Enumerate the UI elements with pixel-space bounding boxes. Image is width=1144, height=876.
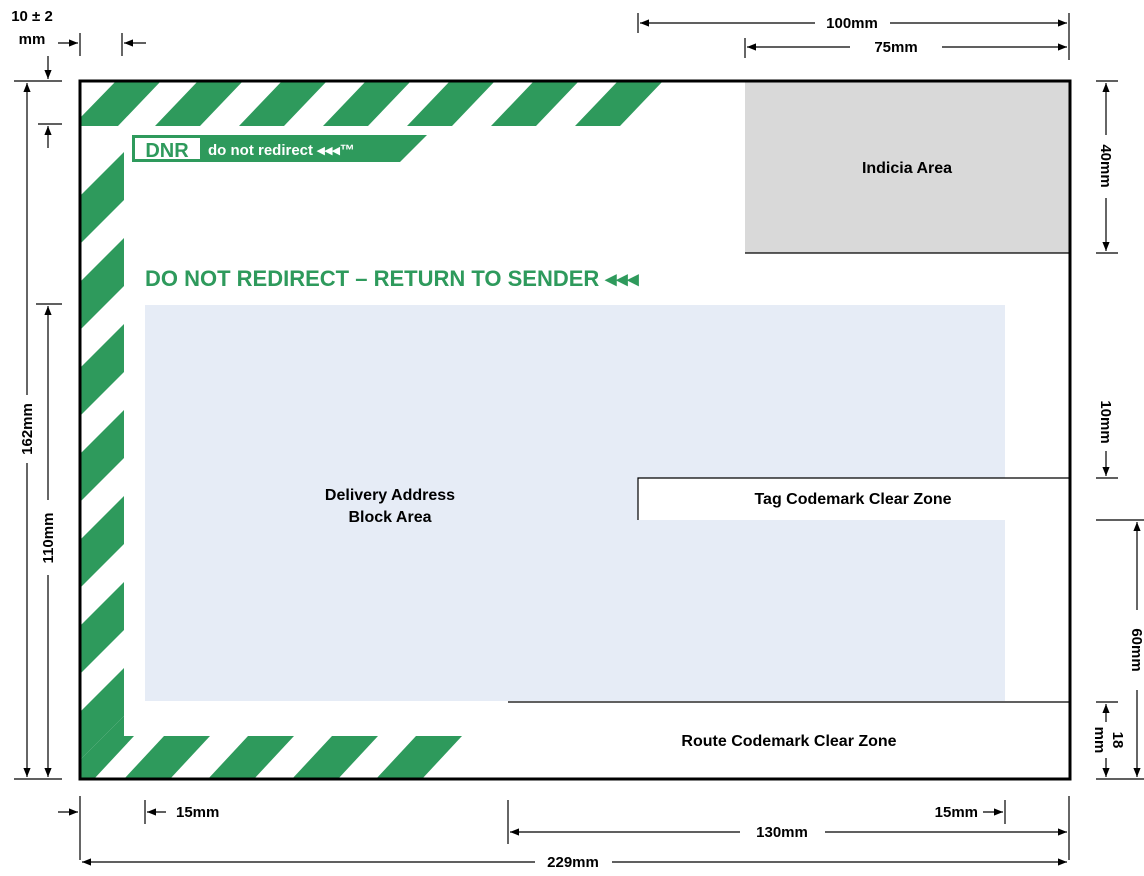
- dim-right-10-label: 10mm: [1097, 400, 1114, 443]
- edge-offset-label-line1: 10 ± 2: [11, 8, 53, 25]
- dim-right-40-label: 40mm: [1097, 144, 1114, 187]
- dim-bottom-15-right-label: 15mm: [935, 804, 978, 821]
- indicia-label: Indicia Area: [862, 160, 952, 177]
- dim-right-60-label: 60mm: [1128, 628, 1144, 671]
- delivery-address-label-line1: Delivery Address: [325, 487, 455, 504]
- envelope-specification-diagram: Indicia Area DNR do not redirect ◂◂◂™ DO…: [11, 8, 1144, 871]
- dim-left-162-label: 162mm: [19, 403, 36, 455]
- dim-bottom-15-left-label: 15mm: [176, 804, 219, 821]
- envelope: Indicia Area DNR do not redirect ◂◂◂™ DO…: [78, 79, 1072, 781]
- dim-right-18-label-line1: 18: [1109, 732, 1126, 749]
- dim-left-110-label: 110mm: [40, 513, 57, 564]
- tag-codemark-label: Tag Codemark Clear Zone: [754, 491, 951, 508]
- delivery-address-label-line2: Block Area: [349, 509, 432, 526]
- dim-bottom-130-label: 130mm: [756, 824, 808, 841]
- dim-top-100-label: 100mm: [826, 15, 878, 32]
- return-to-sender-heading: DO NOT REDIRECT – RETURN TO SENDER ◂◂◂: [145, 266, 639, 291]
- edge-offset-label-line2: mm: [19, 31, 46, 48]
- dim-bottom-229-label: 229mm: [547, 854, 599, 871]
- dim-right-18-label-line2: mm: [1091, 727, 1108, 754]
- logo-brand-text: DNR: [145, 140, 189, 162]
- route-codemark-label: Route Codemark Clear Zone: [681, 733, 896, 750]
- dnr-logo: DNR do not redirect ◂◂◂™: [132, 135, 427, 162]
- dim-top-75-label: 75mm: [874, 39, 917, 56]
- logo-tagline: do not redirect ◂◂◂™: [208, 142, 355, 159]
